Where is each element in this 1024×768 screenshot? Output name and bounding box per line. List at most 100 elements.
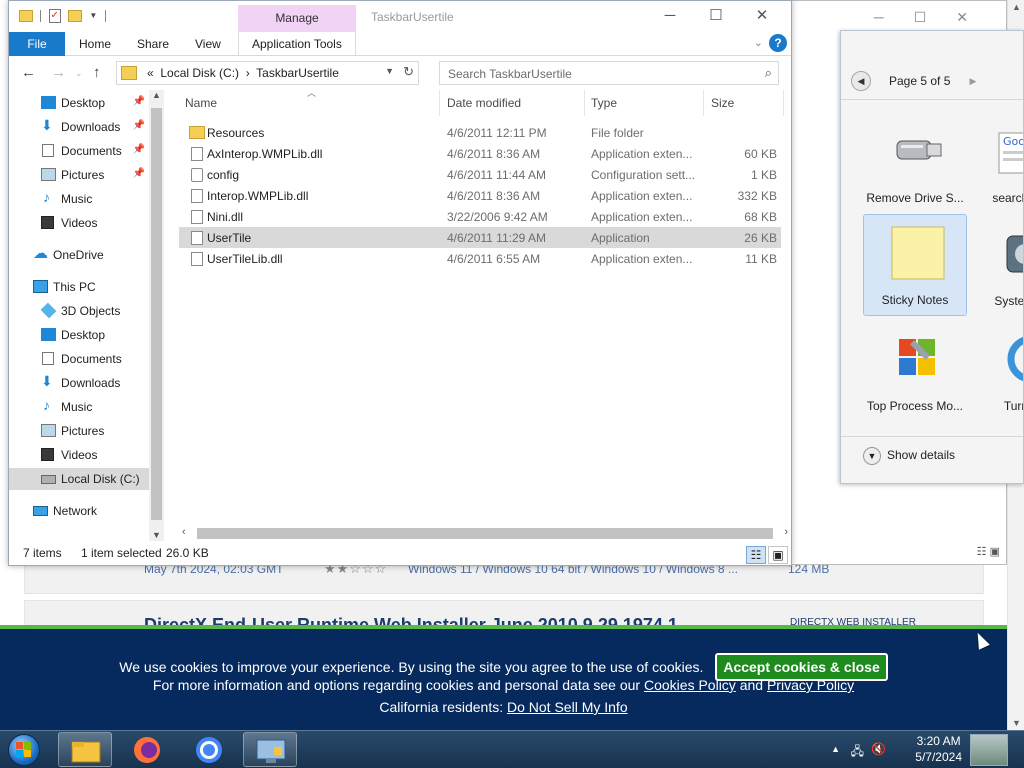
column-size[interactable]: Size [711,96,734,110]
refresh-icon[interactable]: ↻ [403,64,414,80]
column-divider[interactable] [703,90,704,116]
gadget-tile[interactable]: Remove Drive S... [863,111,967,213]
column-divider[interactable] [783,90,784,116]
nav-item-music-pc[interactable]: ♪ Music [9,396,149,418]
gadget-tile[interactable]: System M [969,214,1023,316]
expand-ribbon-icon[interactable]: ⌄ [754,36,763,49]
show-hidden-icons-icon[interactable]: ▲ [831,744,840,754]
nav-item-3d-objects[interactable]: 3D Objects [9,300,149,322]
network-status-icon[interactable]: 🖧 [851,742,864,763]
gadget-tile[interactable]: Top Process Mo... [863,319,967,421]
nav-item-music[interactable]: ♪ Music [9,188,149,210]
file-row[interactable]: Nini.dll 3/22/2006 9:42 AM Application e… [179,206,781,227]
show-details-button[interactable]: ▼ Show details [863,447,955,465]
nav-item-network[interactable]: Network [9,500,149,522]
forward-icon[interactable]: → [51,64,66,81]
title-bar[interactable]: ✓ ▼ Manage TaskbarUsertile ─ ☐ ✕ [9,1,791,32]
file-row-selected[interactable]: UserTile 4/6/2011 11:29 AM Application 2… [179,227,781,248]
show-desktop-button[interactable] [970,734,1008,766]
next-page-button[interactable]: ▶ [963,71,983,91]
nav-item-documents-pc[interactable]: Documents [9,348,149,370]
tab-view[interactable]: View [195,32,221,56]
tab-home[interactable]: Home [79,32,111,56]
column-name[interactable]: Name [185,96,217,110]
column-date-modified[interactable]: Date modified [447,96,521,110]
do-not-sell-link[interactable]: Do Not Sell My Info [507,699,628,715]
address-dropdown-icon[interactable]: ▼ [385,66,394,76]
breadcrumb-overflow[interactable]: « [147,66,154,80]
manage-tab[interactable]: Manage [238,5,356,32]
new-folder-icon[interactable] [68,9,83,22]
minimize-icon[interactable]: ─ [647,7,693,24]
details-view-icon[interactable]: ☷ [746,546,766,564]
scroll-up-icon[interactable]: ▲ [1012,2,1021,12]
scroll-right-icon[interactable]: › [784,526,788,538]
large-icons-view-icon[interactable]: ▣ [768,546,788,564]
horizontal-scrollbar[interactable]: ‹ › [179,525,791,541]
breadcrumb-folder[interactable]: TaskbarUsertile [256,66,339,80]
tab-share[interactable]: Share [137,32,169,56]
nav-item-videos[interactable]: Videos [9,212,149,234]
recent-locations-icon[interactable]: ⌄ [75,68,83,79]
column-divider[interactable] [439,90,440,116]
taskbar-remote-desktop-button[interactable] [243,732,297,767]
nav-item-downloads[interactable]: ⬇ Downloads 📌 [9,116,149,138]
gadget-tile[interactable]: Sticky Notes [863,214,967,316]
large-icons-view-icon[interactable]: ▣ [990,546,1000,558]
file-row[interactable]: config 4/6/2011 11:44 AM Configuration s… [179,164,781,185]
nav-scrollbar[interactable]: ▲ ▼ [149,90,164,541]
breadcrumb-separator[interactable]: › [246,66,250,80]
nav-item-videos-pc[interactable]: Videos [9,444,149,466]
properties-icon[interactable]: ✓ [48,8,61,23]
taskbar-firefox-button[interactable] [120,732,174,767]
address-bar[interactable]: « Local Disk (C:) › TaskbarUsertile ▼ ↻ [116,61,419,85]
start-button[interactable] [4,732,44,768]
breadcrumb-drive[interactable]: Local Disk (C:) [160,66,239,80]
volume-muted-icon[interactable]: 🔇 [871,742,886,756]
scroll-thumb[interactable] [197,528,773,539]
nav-item-pictures[interactable]: Pictures 📌 [9,164,149,186]
search-input[interactable]: Search TaskbarUsertile [448,67,572,81]
nav-item-downloads-pc[interactable]: ⬇ Downloads [9,372,149,394]
nav-item-desktop-pc[interactable]: Desktop [9,324,149,346]
privacy-policy-link[interactable]: Privacy Policy [767,677,854,693]
view-toggle[interactable]: ☷ ▣ [977,545,1000,558]
column-divider[interactable] [584,90,585,116]
tab-file[interactable]: File [9,32,65,56]
scroll-down-icon[interactable]: ▼ [1012,718,1021,728]
gadget-tile[interactable]: Turn o [969,319,1023,421]
details-view-icon[interactable]: ☷ [977,546,987,558]
back-icon[interactable]: ← [21,64,36,81]
customize-dropdown-icon[interactable]: ▼ [89,11,97,20]
tab-application-tools[interactable]: Application Tools [252,32,342,56]
help-icon[interactable]: ? [769,34,787,52]
file-row[interactable]: Resources 4/6/2011 12:11 PM File folder [179,122,781,143]
search-box[interactable]: Search TaskbarUsertile ⌕ [439,61,779,85]
taskbar-explorer-button[interactable] [58,732,112,767]
scroll-up-icon[interactable]: ▲ [152,90,161,100]
close-icon[interactable]: ✕ [739,6,785,24]
nav-item-documents[interactable]: Documents 📌 [9,140,149,162]
taskbar-chrome-button[interactable] [182,732,236,767]
maximize-icon[interactable]: ☐ [693,6,739,24]
close-icon[interactable]: ✕ [956,9,998,25]
previous-page-button[interactable]: ◀ [851,71,871,91]
cookies-policy-link[interactable]: Cookies Policy [644,677,736,693]
nav-item-local-disk[interactable]: Local Disk (C:) [9,468,149,490]
nav-item-pictures-pc[interactable]: Pictures [9,420,149,442]
nav-item-onedrive[interactable]: ☁ OneDrive [9,244,149,266]
file-row[interactable]: UserTileLib.dll 4/6/2011 6:55 AM Applica… [179,248,781,269]
file-row[interactable]: Interop.WMPLib.dll 4/6/2011 8:36 AM Appl… [179,185,781,206]
scroll-down-icon[interactable]: ▼ [152,530,161,540]
clock[interactable]: 3:20 AM 5/7/2024 [915,733,962,765]
maximize-icon[interactable]: ☐ [914,9,957,25]
column-type[interactable]: Type [591,96,617,110]
scroll-thumb[interactable] [151,108,162,520]
minimize-icon[interactable]: ─ [874,9,914,25]
scroll-left-icon[interactable]: ‹ [182,526,186,538]
nav-item-this-pc[interactable]: This PC [9,276,149,298]
nav-item-desktop[interactable]: Desktop 📌 [9,92,149,114]
file-row[interactable]: AxInterop.WMPLib.dll 4/6/2011 8:36 AM Ap… [179,143,781,164]
gadget-tile[interactable]: Goo searchALL [969,111,1023,213]
search-icon[interactable]: ⌕ [765,65,772,81]
